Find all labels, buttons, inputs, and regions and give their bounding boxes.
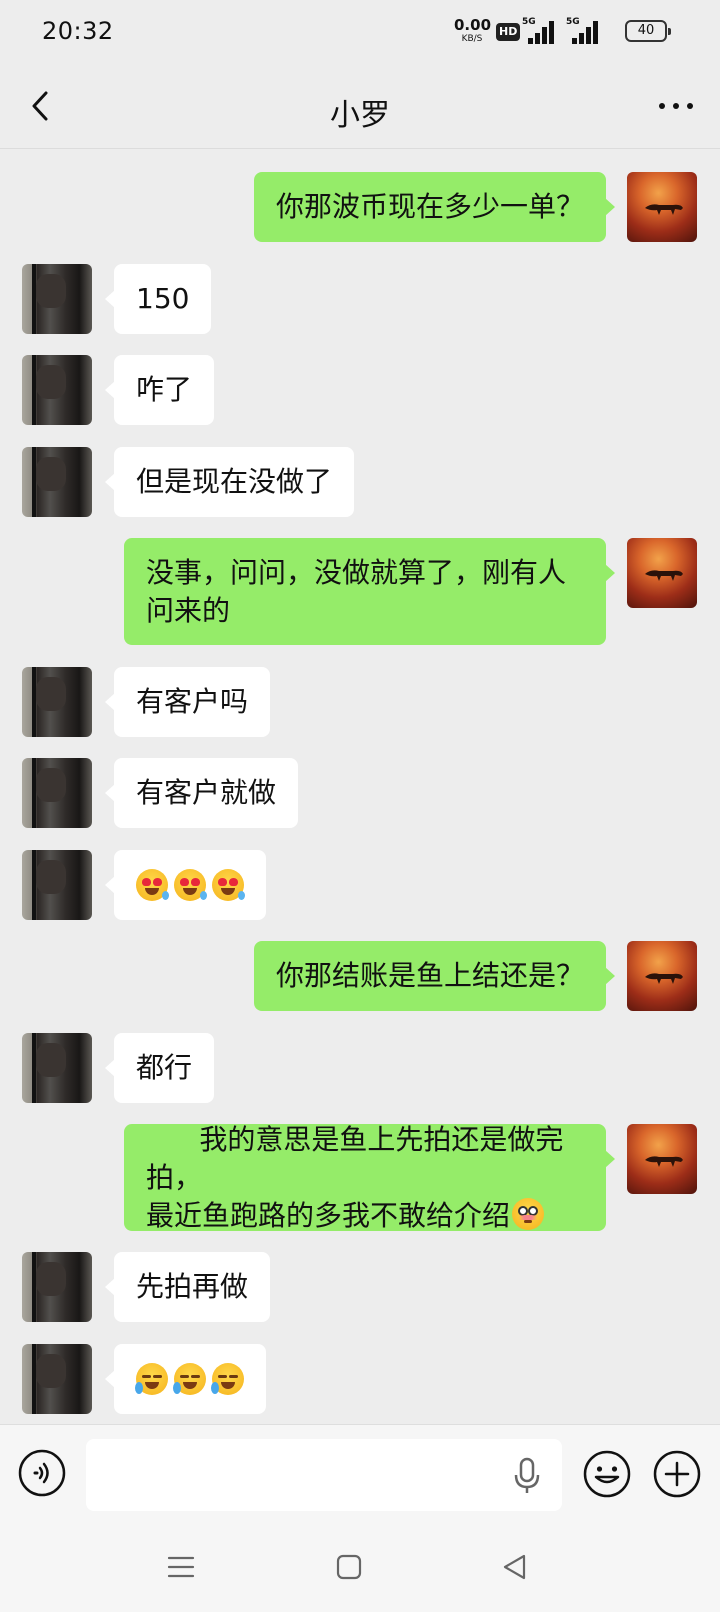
flushed-emoji [512, 1197, 545, 1230]
signal-label: 5G [522, 17, 536, 27]
cheetah-image [645, 570, 683, 581]
crying-laughing-emoji [135, 1363, 168, 1395]
status-bar: 20:32 0.00 KB/S HD 5G 5G 40 [0, 0, 720, 64]
chat-header: 小罗 [0, 64, 720, 149]
microphone-button[interactable] [512, 1457, 542, 1495]
system-back-button[interactable] [500, 1552, 530, 1582]
message-bubble-received[interactable]: 但是现在没做了 [104, 447, 355, 517]
message-bubble-sent[interactable]: 你那波币现在多少一单？ [253, 172, 616, 242]
my-avatar[interactable] [627, 941, 697, 1011]
more-functions-button[interactable] [652, 1449, 702, 1499]
more-dots-icon [659, 103, 693, 109]
message-bubble-received[interactable]: 咋了 [104, 355, 215, 425]
message-text: 没事，问问，没做就算了，刚有人 问来的 [146, 555, 567, 627]
smiley-icon [583, 1450, 631, 1498]
cheetah-image [645, 973, 683, 984]
message-text: 但是现在没做了 [136, 465, 333, 498]
battery-level: 40 [637, 23, 655, 38]
message-bubble-sent[interactable]: 没事，问问，没做就算了，刚有人 问来的 [124, 538, 615, 645]
message-body: 我的意思是鱼上先拍还是做完拍， 最近鱼跑路的多我不敢给介绍 [146, 1083, 584, 1273]
microphone-icon [514, 1457, 540, 1493]
menu-icon [167, 1556, 195, 1578]
heart-eyes-drool-emoji [212, 869, 245, 901]
message-bubble-received[interactable]: 有客户就做 [104, 758, 299, 828]
message-input[interactable] [86, 1439, 562, 1511]
cheetah-image [645, 204, 683, 215]
message-text: 150 [136, 282, 190, 315]
more-options-button[interactable] [656, 92, 696, 120]
message-bubble-sent[interactable]: 我的意思是鱼上先拍还是做完拍， 最近鱼跑路的多我不敢给介绍 [124, 1123, 615, 1232]
home-button[interactable] [334, 1552, 364, 1582]
signal-label: 5G [566, 17, 580, 27]
message-text: 你那结账是鱼上结还是？ [275, 959, 584, 992]
voice-mode-button[interactable] [18, 1449, 66, 1497]
contact-avatar[interactable] [22, 355, 92, 425]
contact-avatar[interactable] [22, 447, 92, 517]
emoji-button[interactable] [582, 1449, 632, 1499]
message-text: 有客户就做 [136, 776, 277, 809]
contact-avatar[interactable] [22, 1033, 92, 1103]
signal-5g-icon-2: 5G [566, 17, 602, 44]
back-triangle-icon [503, 1554, 526, 1580]
battery-icon: 40 [625, 20, 671, 42]
emoji-group [136, 869, 245, 901]
message-text: 都行 [136, 1051, 193, 1084]
my-avatar[interactable] [627, 538, 697, 608]
hd-voice-badge: HD [496, 23, 521, 41]
message-bubble-received[interactable]: 150 [104, 264, 212, 334]
message-text: 我的意思是鱼上先拍还是做完拍， 最近鱼跑路的多我不敢给介绍 [146, 1122, 564, 1232]
cheetah-image [645, 1156, 683, 1167]
network-speed-unit: KB/S [461, 34, 483, 44]
message-text: 有客户吗 [136, 685, 249, 718]
plus-circle-icon [653, 1450, 701, 1498]
my-avatar[interactable] [627, 1124, 697, 1194]
my-avatar[interactable] [627, 172, 697, 242]
message-text: 先拍再做 [136, 1270, 249, 1303]
emoji-group [135, 1363, 244, 1395]
message-text: 你那波币现在多少一单？ [275, 190, 584, 223]
contact-avatar[interactable] [22, 1344, 92, 1414]
crying-laughing-emoji [173, 1363, 206, 1395]
status-time: 20:32 [42, 17, 114, 45]
contact-avatar[interactable] [22, 1252, 92, 1322]
heart-eyes-drool-emoji [136, 869, 169, 901]
crying-laughing-emoji [211, 1363, 244, 1395]
contact-avatar[interactable] [22, 667, 92, 737]
chat-title: 小罗 [330, 98, 390, 133]
network-speed: 0.00 KB/S [454, 16, 492, 44]
message-bubble-received[interactable]: 有客户吗 [104, 667, 271, 737]
system-navigation-bar [0, 1522, 720, 1612]
network-speed-value: 0.00 [454, 16, 492, 34]
message-bubble-sent[interactable]: 你那结账是鱼上结还是？ [253, 941, 616, 1011]
message-bubble-received[interactable] [105, 1344, 266, 1414]
contact-avatar[interactable] [22, 850, 92, 920]
message-text: 咋了 [136, 373, 193, 406]
input-bar [0, 1424, 720, 1522]
message-bubble-received[interactable] [105, 850, 266, 920]
contact-avatar[interactable] [22, 758, 92, 828]
contact-avatar[interactable] [22, 264, 92, 334]
message-list[interactable]: 你那波币现在多少一单？ 150 咋了 但是现在没做了 没事，问问，没做就算了，刚… [0, 150, 720, 1424]
signal-5g-icon-1: 5G [522, 17, 558, 44]
recent-apps-button[interactable] [166, 1552, 196, 1582]
message-bubble-received[interactable]: 先拍再做 [104, 1252, 271, 1322]
home-square-icon [336, 1554, 362, 1580]
voice-mode-icon [18, 1449, 66, 1497]
heart-eyes-drool-emoji [174, 869, 207, 901]
